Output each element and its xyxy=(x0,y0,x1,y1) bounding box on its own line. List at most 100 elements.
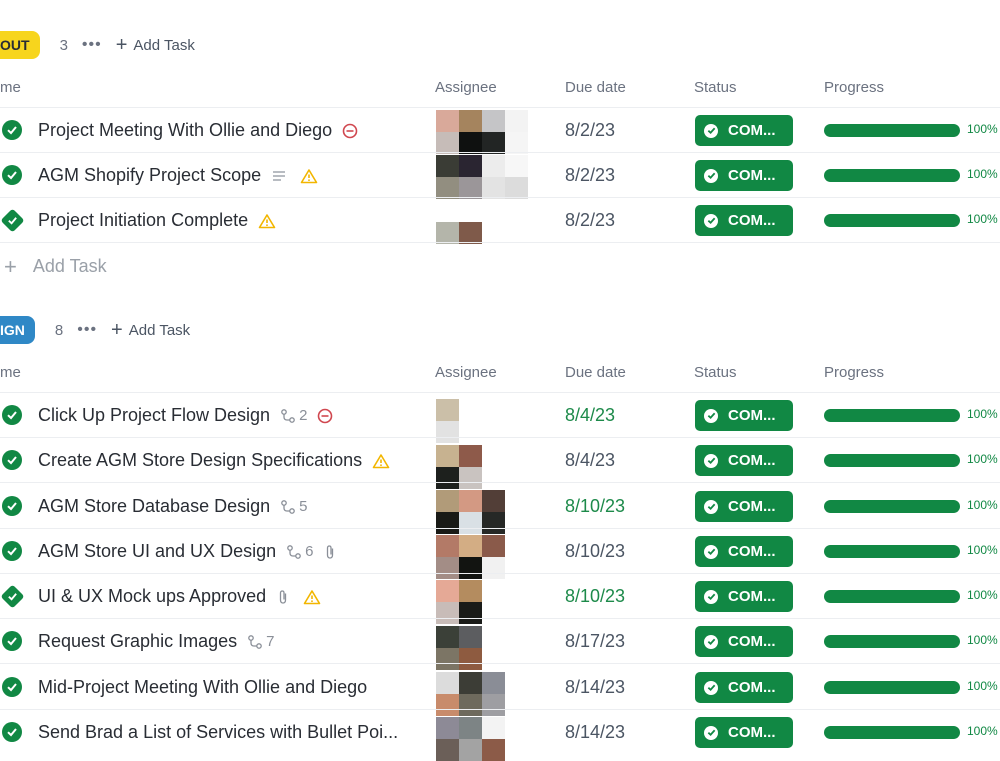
due-date[interactable]: 8/14/23 xyxy=(565,665,625,710)
status-button[interactable]: COM... xyxy=(695,445,793,476)
assignee-avatars[interactable] xyxy=(436,529,546,579)
warning-icon xyxy=(258,213,279,229)
add-task-button[interactable]: + Add Task xyxy=(116,35,195,55)
group-status-badge[interactable]: OUT xyxy=(0,31,40,59)
status-button[interactable]: COM... xyxy=(695,672,793,703)
column-header-progress[interactable]: Progress xyxy=(824,352,884,392)
complete-check-icon[interactable] xyxy=(2,722,22,742)
complete-check-icon[interactable] xyxy=(2,405,22,425)
table-row[interactable]: Request Graphic Images 7 8/17/23 COM... … xyxy=(0,619,1000,670)
complete-check-icon[interactable] xyxy=(2,165,22,185)
column-header-assignee[interactable]: Assignee xyxy=(435,352,497,392)
assignee-avatars[interactable] xyxy=(436,393,546,443)
task-name[interactable]: AGM Store UI and UX Design xyxy=(38,541,276,562)
complete-check-icon[interactable] xyxy=(2,677,22,697)
assignee-avatars[interactable] xyxy=(436,438,546,489)
status-button[interactable]: COM... xyxy=(695,115,793,146)
status-button[interactable]: COM... xyxy=(695,717,793,748)
column-header-name[interactable]: me xyxy=(0,352,21,392)
complete-check-icon[interactable] xyxy=(2,120,22,140)
status-check-icon xyxy=(704,408,718,423)
status-button[interactable]: COM... xyxy=(695,626,793,657)
warning-icon xyxy=(300,168,321,184)
task-name[interactable]: AGM Shopify Project Scope xyxy=(38,165,261,186)
progress-percent: 100% xyxy=(967,679,998,693)
status-check-icon xyxy=(704,725,718,740)
table-row[interactable]: AGM Store UI and UX Design 6 8/10/23 COM… xyxy=(0,529,1000,579)
task-name[interactable]: Mid-Project Meeting With Ollie and Diego xyxy=(38,677,367,698)
task-name[interactable]: UI & UX Mock ups Approved xyxy=(38,586,266,607)
group-status-badge[interactable]: IGN xyxy=(0,316,35,344)
complete-check-icon[interactable] xyxy=(2,496,22,516)
assignee-avatars[interactable] xyxy=(436,710,546,761)
complete-check-icon[interactable] xyxy=(2,450,22,470)
table-row[interactable]: AGM Store Database Design 5 8/10/23 COM.… xyxy=(0,484,1000,534)
table-row[interactable]: Create AGM Store Design Specifications 8… xyxy=(0,438,1000,489)
assignee-avatars[interactable] xyxy=(436,153,546,199)
table-row[interactable]: Project Initiation Complete 8/2/23 COM..… xyxy=(0,198,1000,244)
column-header-due-date[interactable]: Due date xyxy=(565,352,626,392)
group-header: IGN 8 ••• + Add Task xyxy=(0,316,190,344)
complete-check-icon[interactable] xyxy=(2,631,22,651)
status-button[interactable]: COM... xyxy=(695,205,793,236)
subtask-count: 5 xyxy=(299,498,308,515)
status-check-icon xyxy=(704,213,718,228)
add-task-row[interactable]: + Add Task xyxy=(0,244,107,289)
task-name[interactable]: Click Up Project Flow Design xyxy=(38,405,270,426)
column-header-due-date[interactable]: Due date xyxy=(565,67,626,107)
group-task-count: 8 xyxy=(54,321,64,339)
table-row[interactable]: Mid-Project Meeting With Ollie and Diego… xyxy=(0,665,1000,716)
more-options-icon[interactable]: ••• xyxy=(77,321,97,339)
status-label: COM... xyxy=(728,452,776,469)
column-header-assignee[interactable]: Assignee xyxy=(435,67,497,107)
task-name[interactable]: Send Brad a List of Services with Bullet… xyxy=(38,722,398,743)
task-name[interactable]: Project Initiation Complete xyxy=(38,210,248,231)
task-name[interactable]: AGM Store Database Design xyxy=(38,496,270,517)
status-check-icon xyxy=(704,589,718,604)
assignee-avatars[interactable] xyxy=(436,198,546,244)
due-date[interactable]: 8/17/23 xyxy=(565,619,625,664)
task-name[interactable]: Project Meeting With Ollie and Diego xyxy=(38,120,332,141)
complete-check-icon[interactable] xyxy=(2,541,22,561)
milestone-check-icon[interactable] xyxy=(0,208,25,233)
assignee-avatars[interactable] xyxy=(436,108,546,154)
task-name[interactable]: Request Graphic Images xyxy=(38,631,237,652)
more-options-icon[interactable]: ••• xyxy=(82,36,102,54)
subtask-count: 6 xyxy=(305,543,314,560)
assignee-avatars[interactable] xyxy=(436,619,546,670)
due-date[interactable]: 8/10/23 xyxy=(565,484,625,529)
due-date[interactable]: 8/2/23 xyxy=(565,198,615,243)
status-button[interactable]: COM... xyxy=(695,400,793,431)
table-row[interactable]: AGM Shopify Project Scope 8/2/23 COM... … xyxy=(0,153,1000,199)
plus-icon: + xyxy=(111,319,123,341)
table-row[interactable]: Click Up Project Flow Design 2 8/4/23 CO… xyxy=(0,393,1000,443)
table-row[interactable]: UI & UX Mock ups Approved 8/10/23 COM...… xyxy=(0,574,1000,624)
description-lines-icon xyxy=(271,169,290,183)
due-date[interactable]: 8/14/23 xyxy=(565,710,625,755)
status-label: COM... xyxy=(728,212,776,229)
column-header-progress[interactable]: Progress xyxy=(824,67,884,107)
subtask-icon: 5 xyxy=(280,498,307,515)
column-header-name[interactable]: me xyxy=(0,67,21,107)
add-task-button[interactable]: + Add Task xyxy=(111,320,190,340)
due-date[interactable]: 8/4/23 xyxy=(565,393,615,438)
due-date[interactable]: 8/10/23 xyxy=(565,529,625,574)
due-date[interactable]: 8/2/23 xyxy=(565,153,615,198)
progress-bar xyxy=(824,409,960,422)
status-button[interactable]: COM... xyxy=(695,160,793,191)
milestone-check-icon[interactable] xyxy=(0,584,25,609)
status-button[interactable]: COM... xyxy=(695,581,793,612)
assignee-avatars[interactable] xyxy=(436,574,546,624)
table-row[interactable]: Send Brad a List of Services with Bullet… xyxy=(0,710,1000,761)
task-name[interactable]: Create AGM Store Design Specifications xyxy=(38,450,362,471)
due-date[interactable]: 8/2/23 xyxy=(565,108,615,153)
table-row[interactable]: Project Meeting With Ollie and Diego 8/2… xyxy=(0,108,1000,154)
column-header-status[interactable]: Status xyxy=(694,67,737,107)
due-date[interactable]: 8/10/23 xyxy=(565,574,625,619)
status-button[interactable]: COM... xyxy=(695,536,793,567)
column-header-status[interactable]: Status xyxy=(694,352,737,392)
assignee-avatars[interactable] xyxy=(436,665,546,716)
status-button[interactable]: COM... xyxy=(695,491,793,522)
assignee-avatars[interactable] xyxy=(436,484,546,534)
due-date[interactable]: 8/4/23 xyxy=(565,438,615,483)
